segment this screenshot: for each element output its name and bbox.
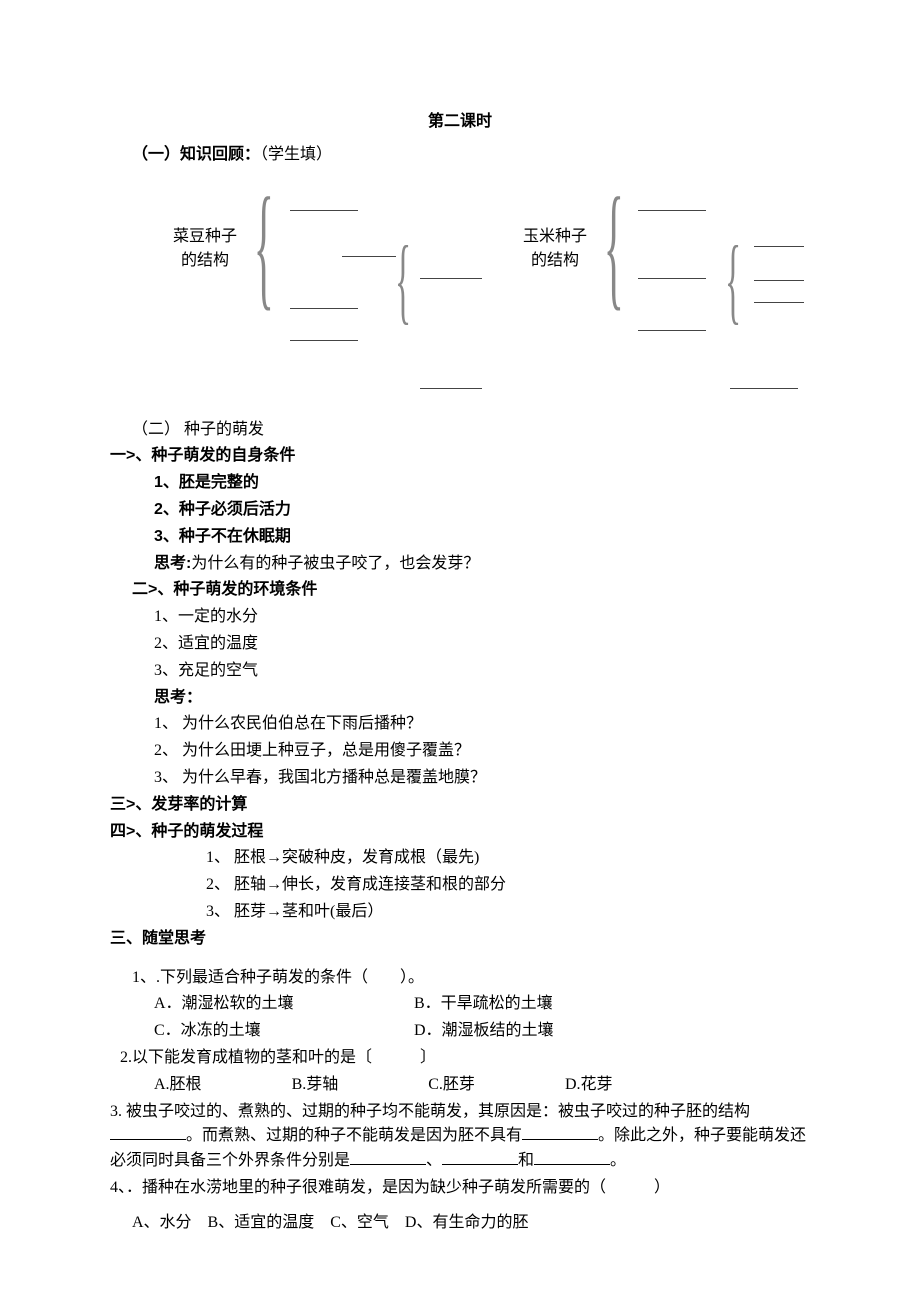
section3-heading: 三、随堂思考 (110, 927, 810, 952)
brace-icon: { (725, 232, 741, 328)
bean-seed-line1: 菜豆种子 (160, 225, 250, 250)
q2-opts: A.胚根 B.芽轴 C.胚芽 D.花芽 (110, 1073, 810, 1098)
fill-blank[interactable] (754, 280, 804, 281)
sub1-think: 思考:为什么有的种子被虫子咬了，也会发芽？ (110, 552, 810, 577)
sub3-heading: 三>、发芽率的计算 (110, 793, 810, 818)
fill-blank[interactable] (522, 1124, 598, 1140)
fill-blank[interactable] (342, 256, 396, 257)
q3-p4: 。 (610, 1152, 626, 1169)
brace-icon: { (395, 232, 411, 328)
corn-seed-line1: 玉米种子 (510, 225, 600, 250)
fill-blank[interactable] (350, 1149, 426, 1165)
q3-text: 3. 被虫子咬过的、煮熟的、过期的种子均不能萌发，其原因是：被虫子咬过的种子胚的… (110, 1100, 810, 1174)
q2-stem: 2.以下能发育成植物的茎和叶的是〔 〕 (110, 1046, 810, 1071)
review-note: （学生填） (260, 146, 332, 163)
sub2-think2: 2、 为什么田埂上种豆子，总是用傻子覆盖？ (110, 739, 810, 764)
q3-sep1: 、 (426, 1152, 442, 1169)
brace-icon: { (604, 177, 624, 315)
review-heading-text: （一）知识回顾： (132, 146, 260, 163)
sub2-think1: 1、 为什么农民伯伯总在下雨后播种？ (110, 712, 810, 737)
q2-optA[interactable]: A.胚根 (154, 1073, 202, 1098)
fill-blank[interactable] (638, 330, 706, 331)
q3-p2: 。而煮熟、过期的种子不能萌发是因为胚不具有 (186, 1127, 522, 1144)
sub2-heading: 二>、种子萌发的环境条件 (110, 578, 810, 603)
fill-blank[interactable] (420, 388, 482, 389)
lesson-title: 第二课时 (110, 110, 810, 135)
bean-seed-label: 菜豆种子 的结构 (160, 225, 250, 275)
fill-blank[interactable] (754, 302, 804, 303)
corn-seed-label: 玉米种子 的结构 (510, 225, 600, 275)
q3-sep2: 和 (518, 1152, 534, 1169)
sub1-item1: 1、胚是完整的 (110, 471, 810, 496)
fill-blank[interactable] (290, 210, 358, 211)
fill-blank[interactable] (290, 308, 358, 309)
fill-blank[interactable] (442, 1149, 518, 1165)
sub2-item3: 3、充足的空气 (110, 659, 810, 684)
q2-optC[interactable]: C.胚芽 (428, 1073, 475, 1098)
fill-blank[interactable] (730, 388, 798, 389)
q2-optD[interactable]: D.花芽 (565, 1073, 613, 1098)
q4-stem: 4、．播种在水涝地里的种子很难萌发，是因为缺少种子萌发所需要的（ ） (110, 1176, 810, 1201)
section2-heading: （二） 种子的萌发 (110, 418, 810, 443)
fill-blank[interactable] (754, 246, 804, 247)
bean-seed-line2: 的结构 (160, 249, 250, 274)
think-text-1: 为什么有的种子被虫子咬了，也会发芽？ (191, 555, 479, 572)
fill-blank[interactable] (638, 278, 706, 279)
sub4-item3: 3、 胚芽→茎和叶(最后） (110, 900, 810, 925)
think-label-2: 思考： (110, 686, 810, 711)
fill-blank[interactable] (110, 1124, 186, 1140)
q1-optB[interactable]: B．干旱疏松的土壤 (414, 992, 674, 1017)
q3-p1: 3. 被虫子咬过的、煮熟的、过期的种子均不能萌发，其原因是：被虫子咬过的种子胚的… (110, 1103, 750, 1120)
think-label-1: 思考: (154, 555, 191, 572)
q1-optD[interactable]: D．潮湿板结的土壤 (414, 1019, 674, 1044)
sub4-item2: 2、 胚轴→伸长，发育成连接茎和根的部分 (110, 873, 810, 898)
q1-row2: C．冰冻的土壤 D．潮湿板结的土壤 (110, 1019, 810, 1044)
q4-opts[interactable]: A、水分 B、适宜的温度 C、空气 D、有生命力的胚 (110, 1211, 810, 1236)
q1-row1: A．潮湿松软的土壤 B．干旱疏松的土壤 (110, 992, 810, 1017)
structure-diagram: 菜豆种子 的结构 { { 玉米种子 的结构 { { (110, 190, 810, 390)
sub4-item1: 1、 胚根→突破种皮，发育成根（最先) (110, 846, 810, 871)
sub1-item2: 2、种子必须后活力 (110, 498, 810, 523)
fill-blank[interactable] (290, 340, 358, 341)
sub1-heading: 一>、种子萌发的自身条件 (110, 444, 810, 469)
sub1-item3: 3、种子不在休眠期 (110, 525, 810, 550)
corn-seed-line2: 的结构 (510, 249, 600, 274)
fill-blank[interactable] (420, 278, 482, 279)
fill-blank[interactable] (534, 1149, 610, 1165)
sub2-item1: 1、一定的水分 (110, 605, 810, 630)
q2-optB[interactable]: B.芽轴 (292, 1073, 339, 1098)
sub4-heading: 四>、种子的萌发过程 (110, 820, 810, 845)
brace-icon: { (254, 177, 274, 315)
fill-blank[interactable] (638, 210, 706, 211)
q1-optA[interactable]: A．潮湿松软的土壤 (154, 992, 414, 1017)
sub2-think3: 3、 为什么早春，我国北方播种总是覆盖地膜？ (110, 766, 810, 791)
q1-stem: 1、.下列最适合种子萌发的条件（ ）。 (110, 966, 810, 991)
q1-optC[interactable]: C．冰冻的土壤 (154, 1019, 414, 1044)
review-heading: （一）知识回顾：（学生填） (110, 143, 810, 168)
sub2-item2: 2、适宜的温度 (110, 632, 810, 657)
